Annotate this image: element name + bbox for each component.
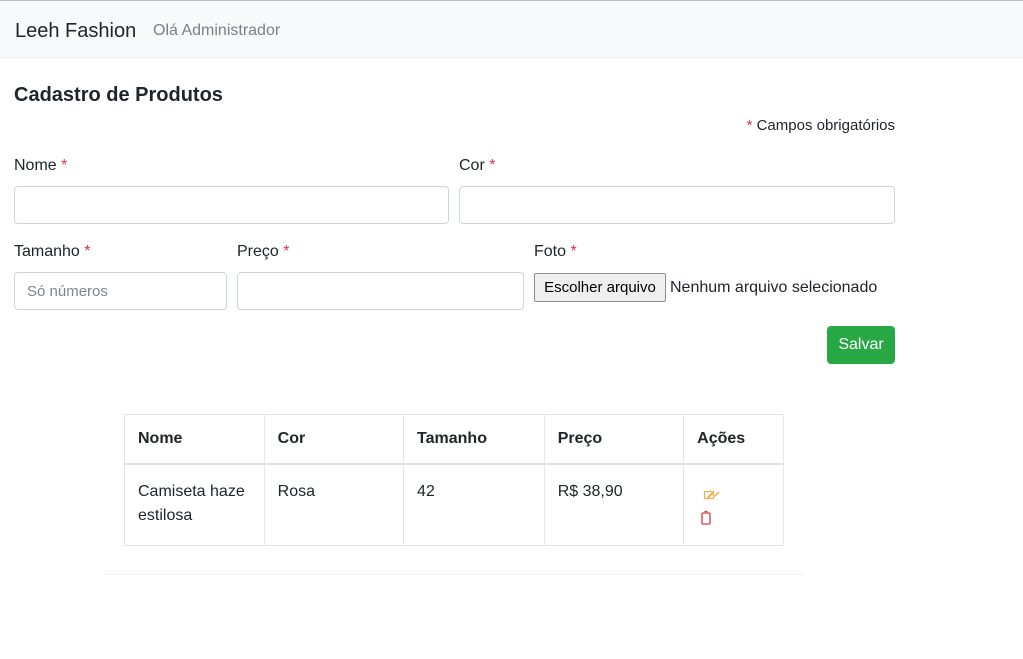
cell-tamanho: 42 [403, 463, 545, 546]
cell-preco: R$ 38,90 [543, 463, 685, 546]
cell-nome: Camiseta haze estilosa [124, 463, 265, 546]
header-acoes: Ações [683, 414, 784, 465]
products-table: Nome Cor Tamanho Preço Ações Camiseta ha… [124, 414, 784, 546]
header-cor: Cor [263, 414, 405, 465]
required-mark: * [489, 157, 496, 174]
nome-label-text: Nome [14, 157, 57, 174]
trash-icon[interactable] [697, 509, 715, 527]
cor-input[interactable] [459, 186, 895, 224]
foto-label-text: Foto [534, 243, 567, 260]
edit-icon[interactable] [703, 485, 721, 503]
required-mark: * [570, 243, 577, 260]
header-nome: Nome [124, 414, 265, 465]
tamanho-input[interactable] [14, 272, 227, 310]
required-note-text: Campos obrigatórios [756, 117, 895, 134]
preco-label-text: Preço [237, 243, 279, 260]
required-mark: * [61, 157, 68, 174]
cell-cor: Rosa [263, 463, 405, 546]
cor-label: Cor * [459, 157, 495, 175]
cor-label-text: Cor [459, 157, 485, 174]
navbar: Leeh Fashion Olá Administrador [0, 1, 1023, 58]
table-header-row: Nome Cor Tamanho Preço Ações [124, 414, 784, 465]
footer-divider [104, 574, 804, 575]
table-row: Camiseta haze estilosa Rosa 42 R$ 38,90 [124, 463, 784, 546]
preco-label: Preço * [237, 243, 289, 261]
required-mark: * [84, 243, 91, 260]
foto-label: Foto * [534, 243, 577, 261]
tamanho-label: Tamanho * [14, 243, 91, 261]
preco-input[interactable] [237, 272, 524, 310]
header-preco: Preço [543, 414, 685, 465]
user-greeting: Olá Administrador [153, 22, 281, 39]
cell-acoes [683, 463, 784, 546]
file-status-text: Nenhum arquivo selecionado [670, 279, 878, 296]
brand-link[interactable]: Leeh Fashion [15, 20, 136, 43]
page-title: Cadastro de Produtos [14, 84, 223, 106]
required-mark: * [283, 243, 290, 260]
required-mark: * [746, 117, 753, 134]
tamanho-label-text: Tamanho [14, 243, 80, 260]
nome-label: Nome * [14, 157, 67, 175]
header-tamanho: Tamanho [403, 414, 545, 465]
save-button[interactable]: Salvar [827, 326, 895, 364]
choose-file-button[interactable]: Escolher arquivo [534, 273, 666, 302]
nome-input[interactable] [14, 186, 449, 224]
required-fields-note: * Campos obrigatórios [747, 117, 895, 134]
